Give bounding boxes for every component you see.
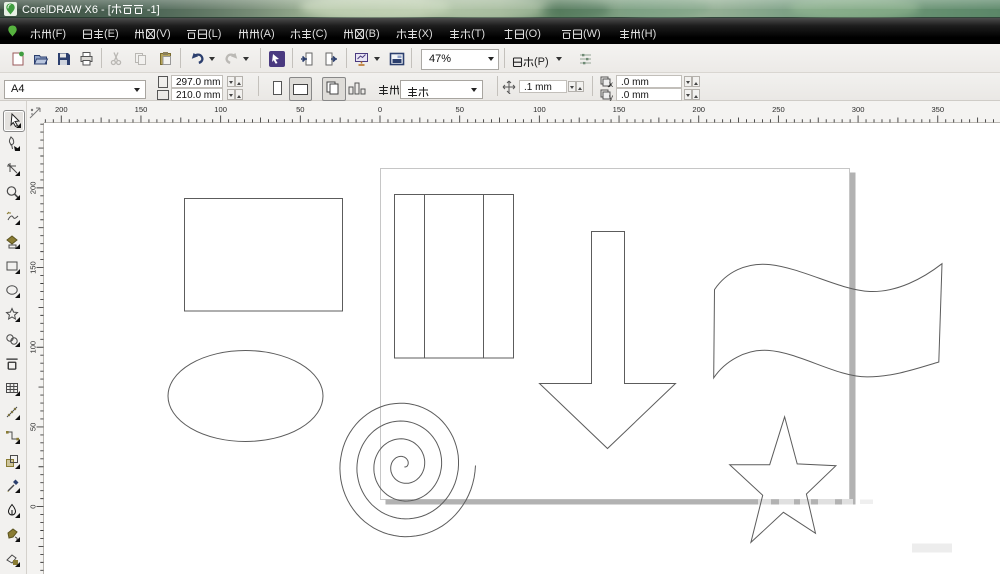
svg-text:150: 150 — [29, 261, 38, 274]
svg-text:100: 100 — [214, 105, 227, 114]
svg-text:150: 150 — [613, 105, 626, 114]
svg-text:150: 150 — [135, 105, 148, 114]
svg-text:100: 100 — [29, 341, 38, 354]
svg-text:0: 0 — [29, 504, 38, 508]
svg-text:50: 50 — [29, 423, 38, 431]
svg-text:350: 350 — [931, 105, 944, 114]
svg-text:50: 50 — [296, 105, 304, 114]
svg-text:250: 250 — [772, 105, 785, 114]
svg-text:200: 200 — [29, 182, 38, 195]
svg-text:200: 200 — [692, 105, 705, 114]
svg-text:100: 100 — [533, 105, 546, 114]
svg-text:0: 0 — [378, 105, 382, 114]
svg-text:50: 50 — [455, 105, 463, 114]
svg-text:300: 300 — [852, 105, 865, 114]
svg-text:200: 200 — [55, 105, 68, 114]
